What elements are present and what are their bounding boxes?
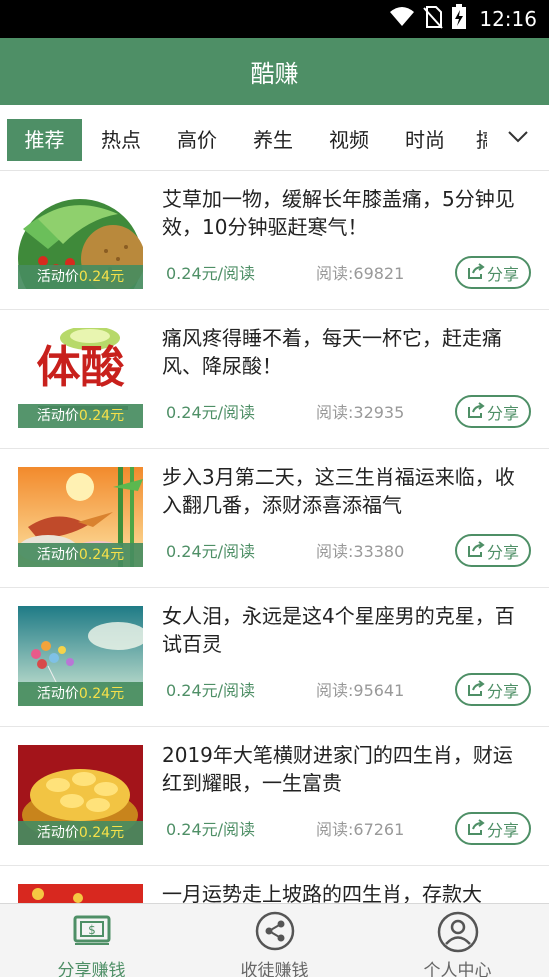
app-header: 酷赚 [0,38,549,105]
article-item[interactable]: 活动价0.24元 步入3月第二天，这三生肖福运来临，收入翻几番，添财添喜添福气 … [0,449,549,588]
user-icon [437,911,479,957]
article-title[interactable]: 步入3月第二天，这三生肖福运来临，收入翻几番，添财添喜添福气 [162,463,532,519]
share-button[interactable]: 分享 [455,812,531,845]
red-festive-image [18,884,143,903]
article-thumbnail [18,884,143,903]
read-count: 阅读:69821 [316,264,405,283]
share-icon [467,818,485,839]
share-button[interactable]: 分享 [455,256,531,289]
article-thumbnail: 活动价0.24元 [18,189,143,289]
article-item[interactable]: 活动价0.24元 2019年大笔横财进家门的四生肖，财运红到耀眼，一生富贵 0.… [0,727,549,866]
share-icon [467,540,485,561]
status-bar: 12:16 [0,0,549,38]
tab-recommend[interactable]: 推荐 [7,119,82,161]
article-thumbnail: 体酸 活动价0.24元 [18,328,143,428]
article-feed[interactable]: 活动价0.24元 艾草加一物，缓解长年膝盖痛，5分钟见效，10分钟驱赶寒气！ 0… [0,171,549,903]
nav-label: 收徒赚钱 [240,961,309,977]
bottom-nav: $ 分享赚钱 收徒赚钱 个人中心 [0,903,549,977]
article-title[interactable]: 2019年大笔横财进家门的四生肖，财运红到耀眼，一生富贵 [162,741,532,797]
price-tag: 活动价0.24元 [18,821,143,845]
article-item[interactable]: 活动价0.24元 艾草加一物，缓解长年膝盖痛，5分钟见效，10分钟驱赶寒气！ 0… [0,171,549,310]
share-icon [467,262,485,283]
tab-fashion[interactable]: 时尚 [400,119,450,161]
money-icon: $ [72,911,112,951]
nav-share-earn[interactable]: $ 分享赚钱 [0,904,183,977]
status-icons: 12:16 [389,4,537,34]
share-button[interactable]: 分享 [455,395,531,428]
article-title[interactable]: 女人泪，永远是这4个星座男的克星，百试百灵 [162,602,532,658]
price-tag: 活动价0.24元 [18,404,143,428]
article-item[interactable]: 活动价0.24元 女人泪，永远是这4个星座男的克星，百试百灵 0.24元/阅读 … [0,588,549,727]
article-title[interactable]: 艾草加一物，缓解长年膝盖痛，5分钟见效，10分钟驱赶寒气！ [162,185,532,241]
tab-hot[interactable]: 热点 [96,119,146,161]
reward-rate: 0.24元/阅读 [166,820,256,839]
no-sim-icon [423,5,444,33]
article-title[interactable]: 一月运势走上坡路的四生肖，存款大 [162,880,532,903]
article-item[interactable]: 体酸 活动价0.24元 痛风疼得睡不着，每天一杯它，赶走痛风、降尿酸！ 0.24… [0,310,549,449]
read-count: 阅读:33380 [316,542,405,561]
reward-rate: 0.24元/阅读 [166,542,256,561]
thumbnail-text: 体酸 [36,342,125,393]
category-tabs: 推荐 热点 高价 养生 视频 时尚 搞 [0,105,549,171]
share-icon [467,679,485,700]
reward-rate: 0.24元/阅读 [166,681,256,700]
read-count: 阅读:32935 [316,403,405,422]
svg-text:$: $ [88,923,96,937]
chevron-down-icon [507,129,529,148]
status-time: 12:16 [479,7,537,31]
read-count: 阅读:95641 [316,681,405,700]
share-icon [467,401,485,422]
price-tag: 活动价0.24元 [18,543,143,567]
price-tag: 活动价0.24元 [18,265,143,289]
nav-recruit-earn[interactable]: 收徒赚钱 [183,904,366,977]
read-count: 阅读:67261 [316,820,405,839]
reward-rate: 0.24元/阅读 [166,264,256,283]
app-title: 酷赚 [250,60,299,88]
article-title[interactable]: 痛风疼得睡不着，每天一杯它，赶走痛风、降尿酸！ [162,324,532,380]
article-item[interactable]: 一月运势走上坡路的四生肖，存款大 [0,866,549,903]
nav-label: 个人中心 [423,961,492,977]
article-thumbnail: 活动价0.24元 [18,606,143,706]
article-thumbnail: 活动价0.24元 [18,467,143,567]
share-button[interactable]: 分享 [455,673,531,706]
tab-health[interactable]: 养生 [248,119,298,161]
nav-profile[interactable]: 个人中心 [366,904,549,977]
nav-label: 分享赚钱 [57,961,126,977]
share-circle-icon [255,911,295,955]
battery-charging-icon [451,4,467,34]
tab-video[interactable]: 视频 [324,119,374,161]
price-tag: 活动价0.24元 [18,682,143,706]
wifi-icon [389,6,415,32]
tab-high-price[interactable]: 高价 [172,119,222,161]
share-button[interactable]: 分享 [455,534,531,567]
tab-expand-button[interactable] [487,105,549,170]
reward-rate: 0.24元/阅读 [166,403,256,422]
article-thumbnail: 活动价0.24元 [18,745,143,845]
